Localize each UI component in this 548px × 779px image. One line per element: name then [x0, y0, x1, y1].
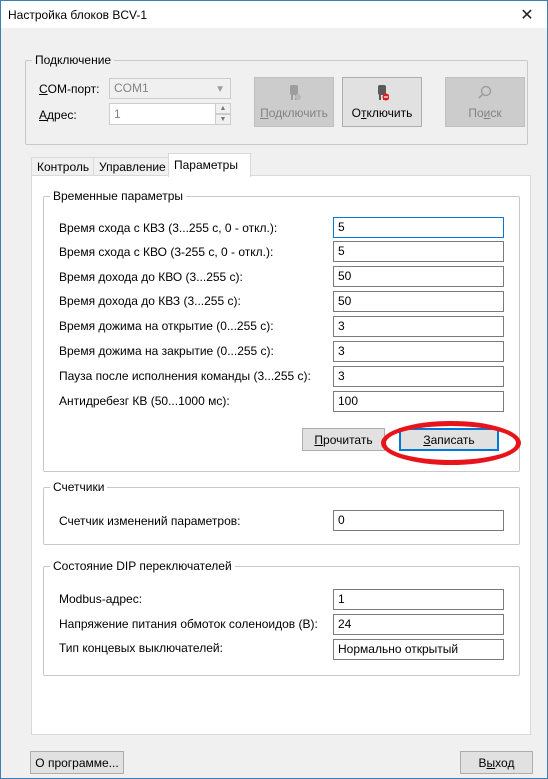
write-button[interactable]: Записать	[399, 428, 499, 451]
time-param-input[interactable]: 50	[333, 291, 504, 312]
exit-label: Выход	[478, 755, 515, 770]
time-param-label: Время схода с КВО (3-255 с, 0 - откл.):	[59, 245, 274, 259]
plug-disconnect-icon	[378, 85, 389, 101]
time-param-input[interactable]: 3	[333, 341, 504, 362]
dip-supply-voltage-label: Напряжение питания обмоток соленоидов (В…	[59, 617, 318, 631]
tab-management[interactable]: Управление	[93, 157, 172, 176]
search-button[interactable]: Поиск	[445, 77, 525, 127]
time-param-label: Пауза после исполнения команды (3...255 …	[59, 369, 311, 383]
dip-supply-voltage-value[interactable]: 24	[333, 614, 504, 635]
disconnect-label: Отключить	[351, 106, 413, 120]
time-param-label: Время дохода до КВО (3...255 с):	[59, 270, 243, 284]
time-param-input[interactable]: 5	[333, 241, 504, 262]
connection-group-label: Подключение	[32, 53, 115, 67]
connect-button[interactable]: Подключить	[254, 77, 334, 127]
title-bar: Настройка блоков BCV-1 ✕	[1, 1, 547, 28]
time-param-label: Время схода с КВЗ (3...255 с, 0 - откл.)…	[59, 221, 278, 235]
window-title: Настройка блоков BCV-1	[8, 7, 148, 22]
time-param-input[interactable]: 5	[333, 217, 504, 238]
com-port-select[interactable]: COM1 ▼	[109, 78, 231, 99]
dip-limit-switch-type-value[interactable]: Нормально открытый	[333, 639, 504, 660]
about-label: О программе...	[35, 755, 119, 770]
dip-modbus-address-label: Modbus-адрес:	[59, 592, 143, 606]
connect-label: Подключить	[260, 106, 328, 120]
plug-connect-icon	[290, 85, 301, 100]
address-label: Адрес:	[39, 108, 77, 122]
time-param-input[interactable]: 100	[333, 391, 504, 412]
search-icon	[478, 85, 492, 99]
settings-window: Настройка блоков BCV-1 ✕ Подключение COM…	[0, 0, 548, 779]
time-param-label: Время дохода до КВЗ (3...255 с):	[59, 294, 241, 308]
tab-parameters[interactable]: Параметры	[168, 153, 251, 177]
address-spin-up[interactable]: ▲	[215, 103, 231, 114]
search-label: Поиск	[468, 106, 502, 120]
disconnect-button[interactable]: Отключить	[342, 77, 422, 127]
write-label: Записать	[423, 432, 475, 447]
time-param-input[interactable]: 3	[333, 316, 504, 337]
dip-group-label: Состояние DIP переключателей	[50, 559, 235, 573]
com-port-label: COM-порт:	[39, 82, 100, 96]
parameters-tab-page: Временные параметры Время схода с КВЗ (3…	[31, 175, 531, 735]
chevron-down-icon: ▼	[215, 84, 225, 95]
time-param-label: Время дожима на закрытие (0...255 с):	[59, 344, 274, 358]
address-spin-down[interactable]: ▼	[215, 114, 231, 125]
time-param-label: Антидребезг КВ (50...1000 мс):	[59, 394, 230, 408]
read-button[interactable]: Прочитать	[302, 428, 385, 451]
tab-control[interactable]: Контроль	[31, 157, 96, 176]
time-params-group-label: Временные параметры	[50, 189, 187, 203]
time-param-label: Время дожима на открытие (0...255 с):	[59, 319, 274, 333]
dip-limit-switch-type-label: Тип концевых выключателей:	[59, 641, 223, 655]
time-param-input[interactable]: 3	[333, 366, 504, 387]
param-change-counter-value[interactable]: 0	[333, 510, 504, 531]
about-button[interactable]: О программе...	[30, 751, 124, 774]
dip-modbus-address-value[interactable]: 1	[333, 589, 504, 610]
read-label: Прочитать	[314, 432, 373, 447]
counters-group-label: Счетчики	[50, 480, 108, 494]
exit-button[interactable]: Выход	[460, 751, 533, 774]
close-icon[interactable]: ✕	[507, 1, 547, 28]
param-change-counter-label: Счетчик изменений параметров:	[59, 514, 241, 528]
time-param-input[interactable]: 50	[333, 266, 504, 287]
address-input[interactable]: 1	[109, 103, 216, 125]
